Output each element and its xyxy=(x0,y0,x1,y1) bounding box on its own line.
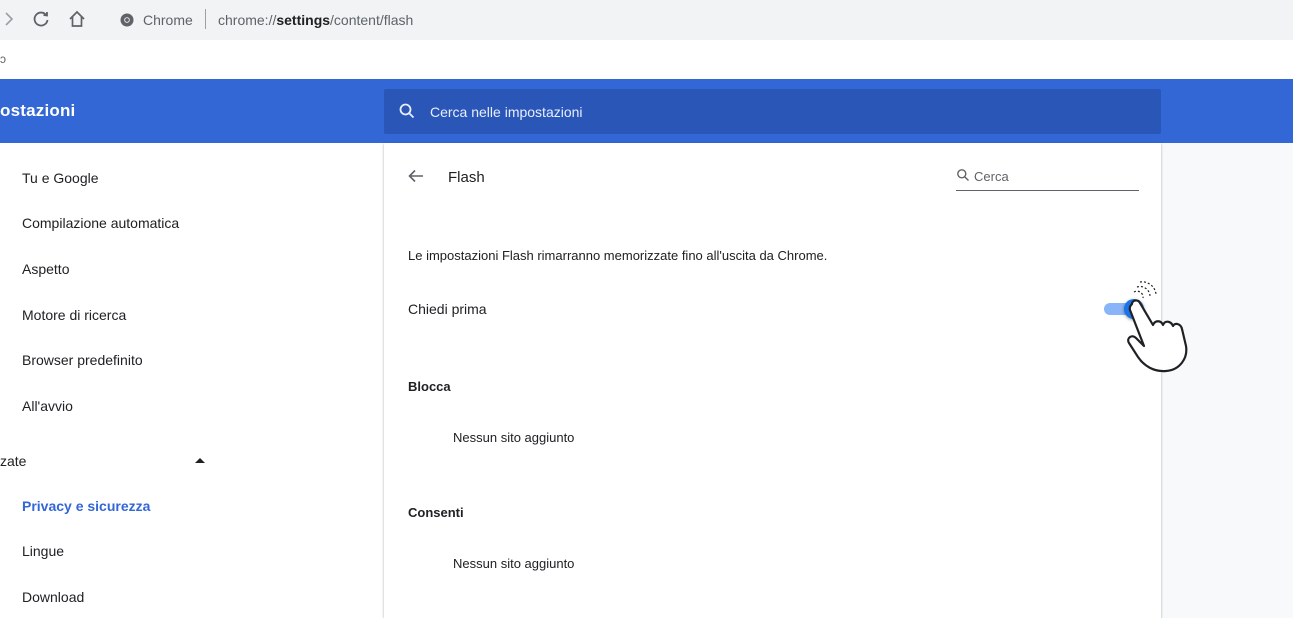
url-text[interactable]: chrome://settings/content/flash xyxy=(218,12,413,28)
forward-icon[interactable] xyxy=(0,9,20,31)
site-search-input[interactable]: Cerca xyxy=(974,169,1009,184)
sidebar-item-downloads[interactable]: Download xyxy=(22,589,84,605)
url-separator xyxy=(205,9,206,29)
browser-toolbar: Chrome chrome://settings/content/flash ↄ xyxy=(0,0,1293,66)
ask-first-label: Chiedi prima xyxy=(408,301,487,317)
back-arrow-icon[interactable] xyxy=(406,166,426,186)
url-prefix: chrome:// xyxy=(218,12,277,28)
sidebar-item-languages[interactable]: Lingue xyxy=(22,543,64,559)
block-empty-message: Nessun sito aggiunto xyxy=(453,430,575,445)
sidebar-item-you-and-google[interactable]: Tu e Google xyxy=(22,170,99,186)
url-suffix: /content/flash xyxy=(330,12,414,28)
pointer-hand-icon xyxy=(1118,280,1193,375)
sidebar-advanced-section[interactable]: zate xyxy=(0,453,26,469)
sidebar-item-default-browser[interactable]: Browser predefinito xyxy=(22,352,143,368)
site-name[interactable]: Chrome xyxy=(143,12,193,28)
search-icon xyxy=(956,168,970,182)
settings-search[interactable]: Cerca nelle impostazioni xyxy=(384,89,1161,134)
flash-title: Flash xyxy=(448,169,485,186)
home-icon[interactable] xyxy=(66,9,88,31)
caret-up-icon[interactable] xyxy=(195,458,205,463)
toolbar-background xyxy=(0,0,1293,40)
sidebar-item-privacy[interactable]: Privacy e sicurezza xyxy=(22,498,150,514)
search-icon xyxy=(398,102,416,120)
bookmark-stub[interactable]: ↄ xyxy=(0,52,6,66)
chrome-site-icon[interactable] xyxy=(120,13,134,27)
block-section-label: Blocca xyxy=(408,379,451,394)
sidebar-item-on-startup[interactable]: All'avvio xyxy=(22,398,73,414)
search-input[interactable]: Cerca nelle impostazioni xyxy=(430,104,583,120)
sidebar-item-autofill[interactable]: Compilazione automatica xyxy=(22,215,179,231)
page-title: ostazioni xyxy=(0,101,76,120)
flash-info-text: Le impostazioni Flash rimarranno memoriz… xyxy=(408,248,828,263)
settings-header: ostazioni Cerca nelle impostazioni xyxy=(0,79,1293,143)
sidebar-item-appearance[interactable]: Aspetto xyxy=(22,261,69,277)
allow-empty-message: Nessun sito aggiunto xyxy=(453,556,575,571)
allow-section-label: Consenti xyxy=(408,505,464,520)
url-bold: settings xyxy=(276,12,331,28)
reload-icon[interactable] xyxy=(30,9,52,31)
site-search-field[interactable]: Cerca xyxy=(956,163,1139,191)
flash-settings-card: Flash Cerca Le impostazioni Flash rimarr… xyxy=(384,143,1161,618)
sidebar: Tu e Google Compilazione automatica Aspe… xyxy=(0,143,384,618)
sidebar-item-search-engine[interactable]: Motore di ricerca xyxy=(22,307,126,323)
